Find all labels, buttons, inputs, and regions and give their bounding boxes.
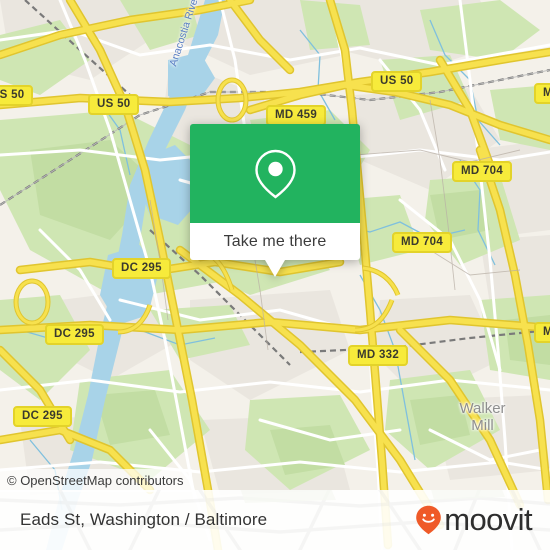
road-shield: MD 332 — [348, 345, 409, 366]
location-title: Eads St, Washington / Baltimore — [20, 510, 268, 529]
road-shield: DC 295 — [112, 258, 171, 279]
road-shield: MD 704 — [392, 232, 453, 253]
popup-icon-area — [190, 124, 360, 223]
location-popup[interactable]: Take me there — [190, 124, 360, 277]
road-shield: US 50 — [0, 85, 34, 106]
road-shield: DC 295 — [13, 406, 72, 427]
place-label-walker-mill: Walker Mill — [459, 400, 506, 434]
road-shield: MD 459 — [266, 105, 327, 126]
take-me-there-label: Take me there — [223, 232, 327, 250]
bottom-bar: Eads St, Washington / Baltimore moovit — [0, 490, 550, 550]
osm-attribution[interactable]: © OpenStreetMap contributors — [0, 469, 192, 492]
popup-tail — [265, 260, 285, 277]
road-shield: MD 704 — [452, 161, 513, 182]
road-shield: US 50 — [371, 71, 423, 92]
moovit-wordmark: moovit — [444, 502, 532, 537]
road-shield: MD — [534, 83, 550, 104]
road-shield: MD — [534, 322, 550, 343]
moovit-smiley-pin-icon — [416, 505, 442, 535]
road-shield: DC 295 — [45, 324, 104, 345]
road-shield: US 50 — [88, 94, 140, 115]
map-screen: US 50 US 50 US 50 MD 459 MD 704 MD 704 M… — [0, 0, 550, 550]
popup-action-area[interactable]: Take me there — [190, 223, 360, 260]
map-pin-icon — [254, 149, 296, 199]
moovit-logo[interactable]: moovit — [415, 502, 533, 537]
